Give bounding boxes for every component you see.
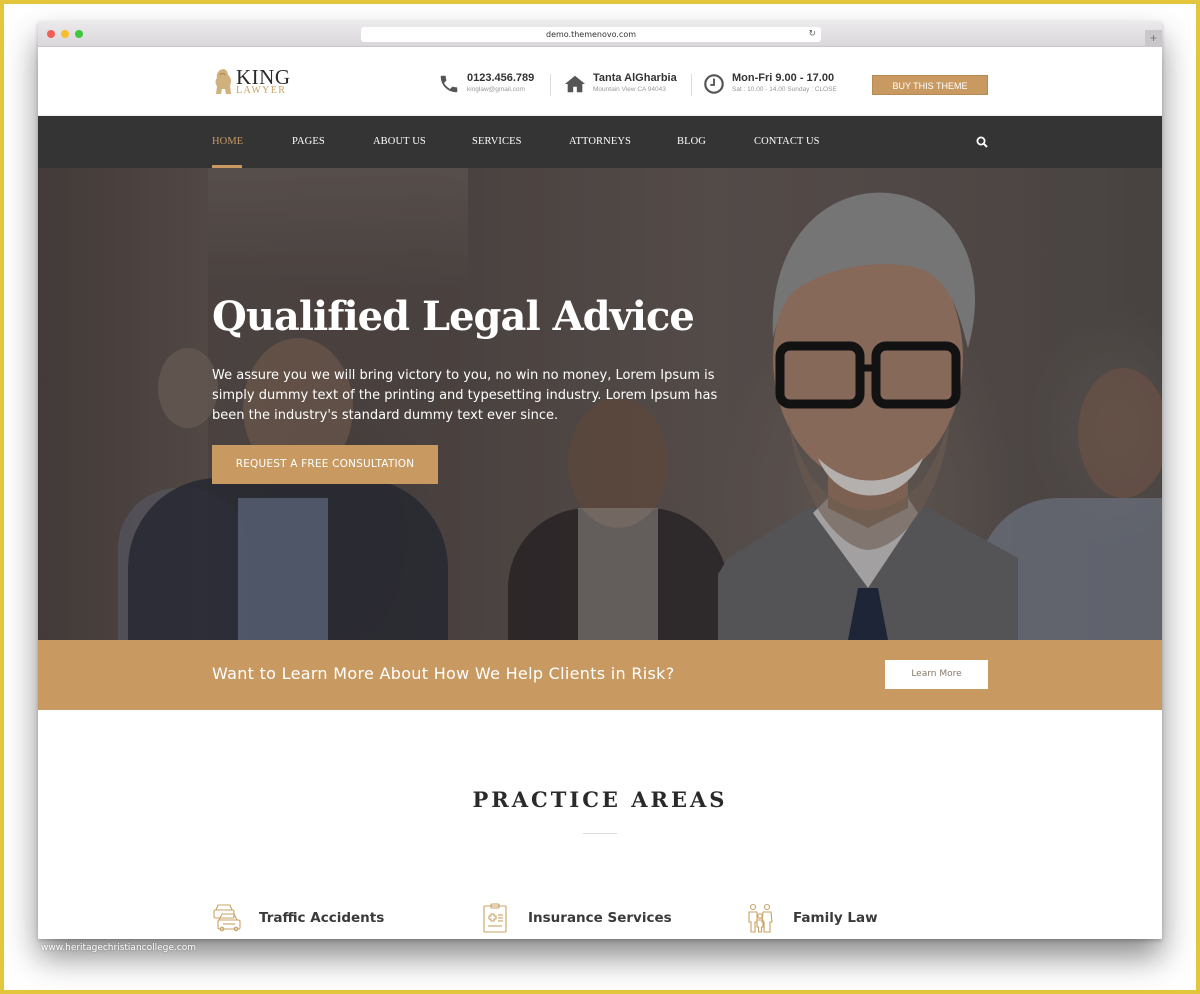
clipboard-icon xyxy=(483,903,507,933)
clock-icon xyxy=(704,73,724,94)
divider xyxy=(691,74,692,96)
search-icon[interactable] xyxy=(976,136,988,148)
contact-hours: Mon-Fri 9.00 - 17.00 Sat : 10.00 - 14.00… xyxy=(703,72,837,95)
browser-titlebar: demo.themenovo.com ↻ + xyxy=(38,21,1162,47)
nav-blog[interactable]: BLOG xyxy=(677,136,706,147)
family-icon xyxy=(748,903,773,933)
site-header: KING LAWYER 0123.456.789 kinglaw@gmail.c… xyxy=(38,47,1162,116)
minimize-window-button[interactable] xyxy=(61,30,69,38)
reload-icon[interactable]: ↻ xyxy=(808,27,816,42)
url-text: demo.themenovo.com xyxy=(545,30,636,39)
address-sub: Mountain View CA 94043 xyxy=(593,86,666,93)
phone-number: 0123.456.789 xyxy=(467,72,535,84)
lion-logo-icon xyxy=(215,69,232,94)
nav-about-us[interactable]: ABOUT US xyxy=(373,136,426,147)
hero-title: Qualified Legal Advice xyxy=(212,293,695,340)
logo-sub: LAWYER xyxy=(236,85,287,96)
nav-attorneys[interactable]: ATTORNEYS xyxy=(569,136,631,147)
home-icon xyxy=(564,75,586,92)
contact-phone: 0123.456.789 kinglaw@gmail.com xyxy=(438,72,534,95)
phone-icon xyxy=(440,75,458,92)
hero-banner: Qualified Legal Advice We assure you we … xyxy=(38,168,1162,640)
cta-band-text: Want to Learn More About How We Help Cli… xyxy=(212,664,675,683)
buy-theme-button[interactable]: BUY THIS THEME xyxy=(872,75,988,95)
nav-services[interactable]: SERVICES xyxy=(472,136,522,147)
logo[interactable]: KING LAWYER xyxy=(212,67,291,97)
main-nav: HOME PAGES ABOUT US SERVICES ATTORNEYS B… xyxy=(38,116,1162,168)
close-window-button[interactable] xyxy=(47,30,55,38)
title-divider xyxy=(583,833,617,834)
maximize-window-button[interactable] xyxy=(75,30,83,38)
request-consultation-button[interactable]: REQUEST A FREE CONSULTATION xyxy=(212,445,438,484)
practice-item-family-law[interactable]: Family Law xyxy=(744,902,878,934)
browser-window: demo.themenovo.com ↻ + KING LAWYER 0123.… xyxy=(38,21,1162,939)
logo-brand: KING xyxy=(236,65,291,89)
practice-item-insurance-services[interactable]: Insurance Services xyxy=(479,902,672,934)
window-controls xyxy=(47,30,83,38)
watermark-text: www.heritagechristiancollege.com xyxy=(41,943,196,953)
nav-contact-us[interactable]: CONTACT US xyxy=(754,136,820,147)
hours-sub: Sat : 10.00 - 14.00 Sunday : CLOSE xyxy=(732,86,837,93)
divider xyxy=(550,74,551,96)
practice-areas-section: PRACTICE AREAS Traffic Accidents Insuran… xyxy=(38,710,1162,939)
address-bar[interactable]: demo.themenovo.com ↻ xyxy=(361,27,821,42)
practice-item-label: Family Law xyxy=(793,910,878,926)
practice-item-label: Insurance Services xyxy=(528,910,672,926)
nav-pages[interactable]: PAGES xyxy=(292,136,325,147)
new-tab-button[interactable]: + xyxy=(1145,30,1162,47)
hero-description: We assure you we will bring victory to y… xyxy=(212,368,718,423)
practice-item-label: Traffic Accidents xyxy=(259,910,385,926)
learn-more-button[interactable]: Learn More xyxy=(885,660,988,689)
cta-band: Want to Learn More About How We Help Cli… xyxy=(38,640,1162,710)
section-title: PRACTICE AREAS xyxy=(472,787,728,812)
address-title: Tanta AlGharbia xyxy=(593,72,677,84)
hours-title: Mon-Fri 9.00 - 17.00 xyxy=(732,72,835,84)
nav-home[interactable]: HOME xyxy=(212,136,243,147)
cars-icon xyxy=(213,904,241,932)
practice-item-traffic-accidents[interactable]: Traffic Accidents xyxy=(210,902,384,934)
email-text: kinglaw@gmail.com xyxy=(467,86,525,93)
contact-address: Tanta AlGharbia Mountain View CA 94043 xyxy=(564,72,677,95)
